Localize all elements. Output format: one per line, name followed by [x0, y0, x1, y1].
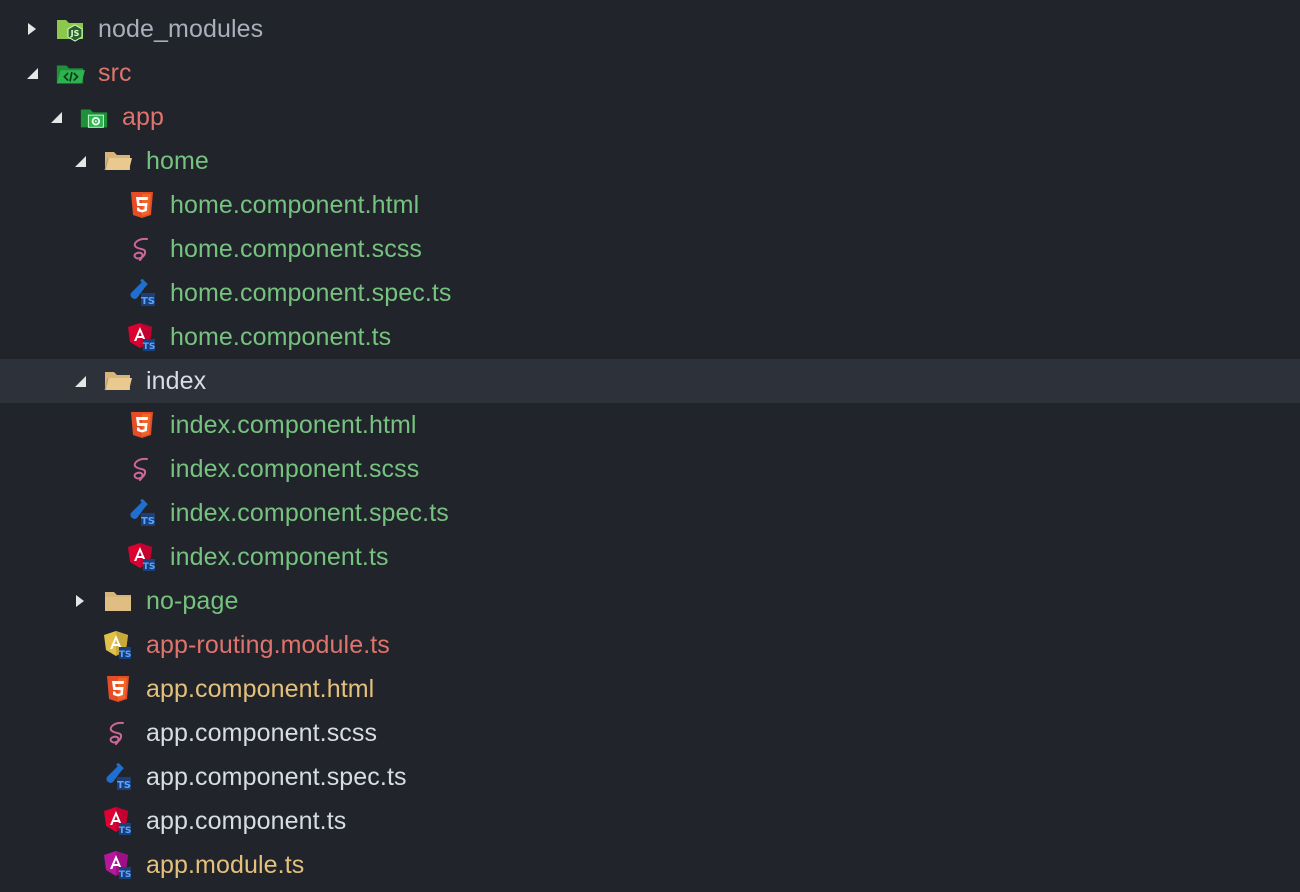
chevron-right-icon[interactable]: [72, 591, 88, 611]
tree-item-label: app.component.ts: [146, 807, 347, 835]
tree-item-label: app.module.ts: [146, 851, 305, 879]
angular-routing-icon: TS: [103, 630, 133, 660]
tree-item-app-module-ts[interactable]: TS app.module.ts: [0, 843, 1300, 887]
tree-item-label: index.component.ts: [170, 543, 389, 571]
tree-item-label: index.component.html: [170, 411, 417, 439]
html5-icon: [127, 410, 157, 440]
tree-item-label: home.component.scss: [170, 235, 423, 263]
tree-item-label: index.component.spec.ts: [170, 499, 449, 527]
folder-open-icon: [103, 146, 133, 176]
tree-item-label: index: [146, 367, 207, 395]
tree-item-index-component-ts[interactable]: TS index.component.ts: [0, 535, 1300, 579]
tree-item-label: no-page: [146, 587, 239, 615]
tree-item-home-component-spec-ts[interactable]: TS home.component.spec.ts: [0, 271, 1300, 315]
tree-item-label: home: [146, 147, 209, 175]
tree-item-index[interactable]: index: [0, 359, 1300, 403]
folder-open-icon: [103, 366, 133, 396]
sass-icon: [127, 454, 157, 484]
tree-item-label: app.component.spec.ts: [146, 763, 407, 791]
app-folder-icon: [79, 102, 109, 132]
chevron-right-icon[interactable]: [24, 19, 40, 39]
tree-item-app-component-spec-ts[interactable]: TS app.component.spec.ts: [0, 755, 1300, 799]
chevron-down-icon[interactable]: [72, 151, 88, 171]
tree-item-label: home.component.spec.ts: [170, 279, 452, 307]
tree-item-label: app-routing.module.ts: [146, 631, 390, 659]
svg-text:TS: TS: [143, 342, 156, 352]
test-ts-icon: TS: [127, 278, 157, 308]
tree-item-index-component-html[interactable]: index.component.html: [0, 403, 1300, 447]
tree-item-label: app: [122, 103, 165, 131]
angular-component-icon: TS: [103, 806, 133, 836]
tree-item-label: home.component.html: [170, 191, 420, 219]
tree-item-app-component-scss[interactable]: app.component.scss: [0, 711, 1300, 755]
tree-item-app-component-ts[interactable]: TS app.component.ts: [0, 799, 1300, 843]
tree-item-index-component-spec-ts[interactable]: TS index.component.spec.ts: [0, 491, 1300, 535]
test-ts-icon: TS: [127, 498, 157, 528]
src-folder-icon: [55, 58, 85, 88]
sass-icon: [127, 234, 157, 264]
svg-text:TS: TS: [141, 516, 155, 527]
tree-item-home-component-ts[interactable]: TS home.component.ts: [0, 315, 1300, 359]
tree-item-home-component-scss[interactable]: home.component.scss: [0, 227, 1300, 271]
tree-item-node_modules[interactable]: JS node_modules: [0, 7, 1300, 51]
angular-module-icon: TS: [103, 850, 133, 880]
tree-item-label: app.component.html: [146, 675, 375, 703]
svg-text:TS: TS: [117, 780, 131, 791]
file-explorer-tree: JS node_modules src app home home.compon…: [0, 0, 1300, 892]
sass-icon: [103, 718, 133, 748]
tree-item-home[interactable]: home: [0, 139, 1300, 183]
svg-text:TS: TS: [143, 562, 156, 572]
svg-text:TS: TS: [119, 650, 132, 660]
html5-icon: [103, 674, 133, 704]
tree-item-label: node_modules: [98, 15, 264, 43]
tree-item-label: src: [98, 59, 132, 87]
chevron-down-icon[interactable]: [48, 107, 64, 127]
tree-item-no-page[interactable]: no-page: [0, 579, 1300, 623]
tree-item-label: index.component.scss: [170, 455, 420, 483]
test-ts-icon: TS: [103, 762, 133, 792]
chevron-down-icon[interactable]: [24, 63, 40, 83]
tree-item-src[interactable]: src: [0, 51, 1300, 95]
angular-component-icon: TS: [127, 322, 157, 352]
folder-closed-icon: [103, 586, 133, 616]
svg-text:TS: TS: [141, 296, 155, 307]
svg-text:TS: TS: [119, 870, 132, 880]
nodejs-folder-icon: JS: [55, 14, 85, 44]
tree-item-home-component-html[interactable]: home.component.html: [0, 183, 1300, 227]
tree-item-label: home.component.ts: [170, 323, 392, 351]
tree-item-app-component-html[interactable]: app.component.html: [0, 667, 1300, 711]
html5-icon: [127, 190, 157, 220]
tree-item-app[interactable]: app: [0, 95, 1300, 139]
svg-text:TS: TS: [119, 826, 132, 836]
chevron-down-icon[interactable]: [72, 371, 88, 391]
angular-component-icon: TS: [127, 542, 157, 572]
tree-item-app-routing-module-ts[interactable]: TS app-routing.module.ts: [0, 623, 1300, 667]
svg-text:JS: JS: [70, 29, 80, 38]
tree-item-label: app.component.scss: [146, 719, 378, 747]
tree-item-index-component-scss[interactable]: index.component.scss: [0, 447, 1300, 491]
